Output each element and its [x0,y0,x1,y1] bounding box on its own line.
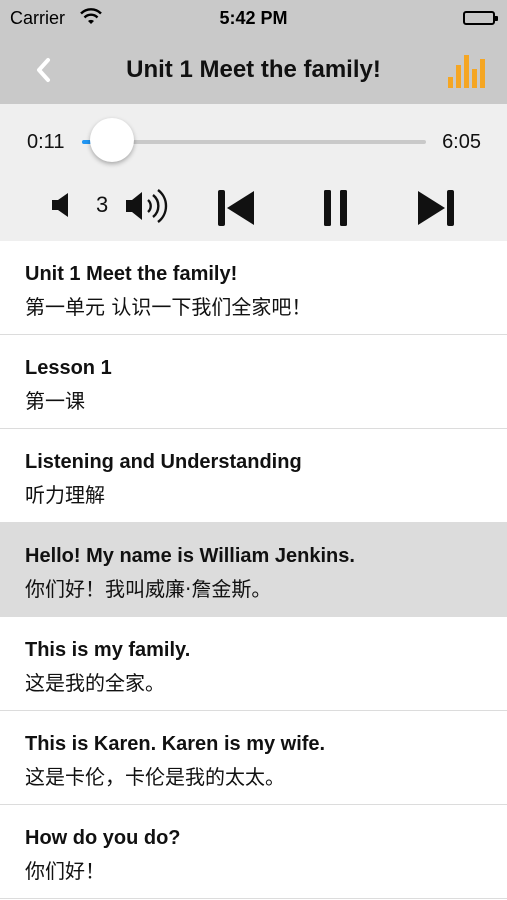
total-duration: 6:05 [442,131,481,153]
list-item[interactable]: Listening and Understanding 听力理解 [0,429,507,523]
sentence-english: Unit 1 Meet the family! [25,263,238,285]
list-item[interactable]: Unit 1 Meet the family! 第一单元 认识一下我们全家吧！ [0,241,507,335]
sentence-chinese: 听力理解 [25,483,105,507]
audio-player: 0:11 6:05 3 [0,104,507,241]
list-item[interactable]: This is Karen. Karen is my wife. 这是卡伦，卡伦是… [0,711,507,805]
speaker-loud-icon [126,189,168,223]
sentence-english: This is Karen. Karen is my wife. [25,733,326,755]
sentence-english: Listening and Understanding [25,451,302,473]
list-item[interactable]: This is my family. 这是我的全家。 [0,617,507,711]
list-item[interactable]: Hello! My name is William Jenkins. 你们好！我叫… [0,523,507,617]
volume-up-button[interactable] [124,186,174,226]
sentence-chinese: 这是卡伦，卡伦是我的太太。 [25,765,285,789]
sentence-list: Unit 1 Meet the family! 第一单元 认识一下我们全家吧！ Le… [0,241,507,899]
sentence-chinese: 这是我的全家。 [25,671,165,695]
progress-slider-thumb[interactable] [90,118,134,162]
speaker-icon [52,193,68,217]
chevron-left-icon [37,58,50,82]
battery-icon [463,11,498,25]
skip-previous-icon [218,190,254,226]
status-bar: Carrier 5:42 PM [0,0,507,36]
stats-button[interactable] [445,51,485,91]
next-button[interactable] [414,188,458,228]
nav-bar: Unit 1 Meet the family! [0,36,507,104]
skip-next-icon [418,190,454,226]
previous-button[interactable] [214,188,258,228]
volume-down-button[interactable] [48,190,76,220]
page-title: Unit 1 Meet the family! [126,56,381,83]
sentence-chinese: 你们好！ [25,859,105,883]
elapsed-time: 0:11 [27,131,65,153]
list-item[interactable]: Lesson 1 第一课 [0,335,507,429]
sentence-chinese: 第一课 [25,389,85,413]
back-button[interactable] [28,52,64,88]
sentence-english: Hello! My name is William Jenkins. [25,545,355,567]
sentence-chinese: 第一单元 认识一下我们全家吧！ [25,295,312,319]
pause-button[interactable] [318,188,354,228]
sentence-chinese: 你们好！我叫威廉·詹金斯。 [25,577,272,601]
sentence-english: This is my family. [25,639,191,661]
clock: 5:42 PM [219,8,288,28]
list-item[interactable]: How do you do? 你们好！ [0,805,507,899]
bar-chart-icon [448,55,485,88]
volume-level: 3 [96,192,109,217]
sentence-english: Lesson 1 [25,357,112,379]
pause-icon [324,190,347,226]
sentence-english: How do you do? [25,827,181,849]
